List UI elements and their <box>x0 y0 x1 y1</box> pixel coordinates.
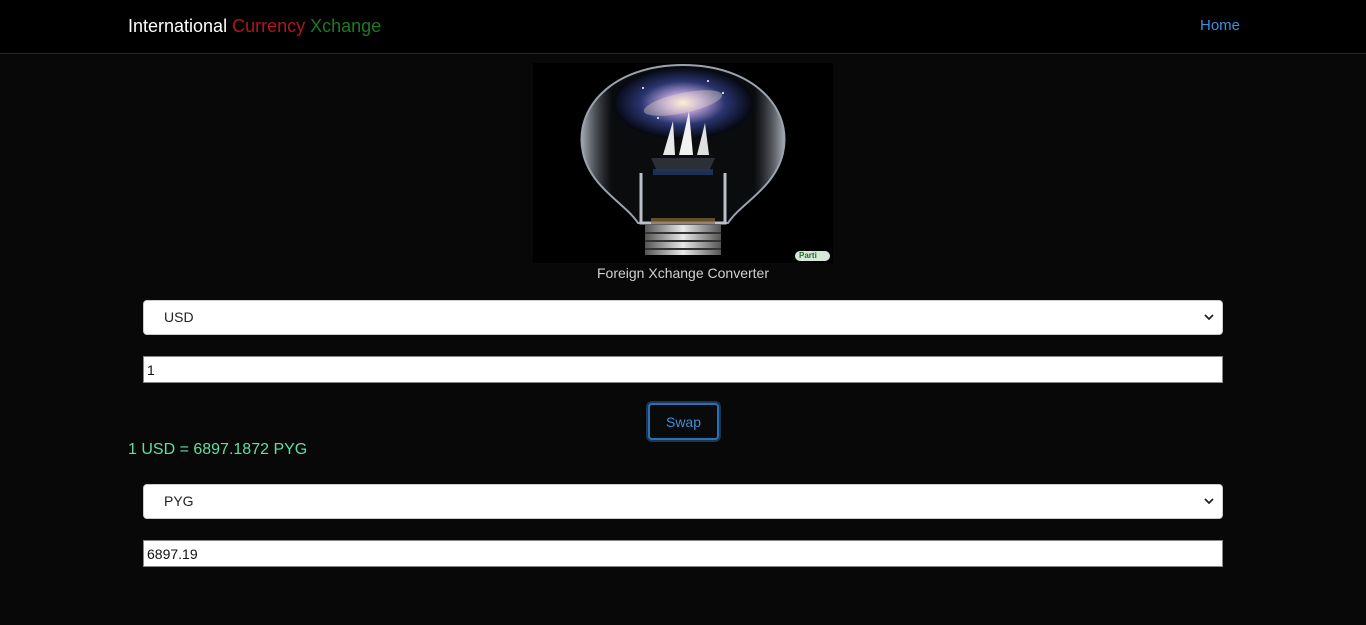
hero-image: Parti <box>533 63 833 263</box>
from-currency-select[interactable]: USD <box>143 300 1223 335</box>
lightbulb-ship-image <box>533 63 833 263</box>
hero-badge: Parti <box>799 251 817 260</box>
converter-caption: Foreign Xchange Converter <box>597 265 769 281</box>
brand-word-currency: Currency <box>232 16 306 36</box>
home-link[interactable]: Home <box>1200 17 1240 34</box>
brand-title[interactable]: International Currency Xchange <box>128 15 381 37</box>
from-amount-input[interactable] <box>143 356 1223 383</box>
chevron-down-icon <box>1204 498 1214 505</box>
to-currency-value: PYG <box>164 493 194 509</box>
exchange-rate-text: 1 USD = 6897.1872 PYG <box>128 441 308 458</box>
brand-word-international: International <box>128 16 228 36</box>
to-amount-input[interactable] <box>143 540 1223 567</box>
swap-button[interactable]: Swap <box>648 403 719 440</box>
from-currency-value: USD <box>164 309 194 325</box>
chevron-down-icon <box>1204 314 1214 321</box>
navbar: International Currency Xchange Home <box>0 0 1366 54</box>
to-currency-select[interactable]: PYG <box>143 484 1223 519</box>
brand-word-xchange: Xchange <box>310 16 382 36</box>
